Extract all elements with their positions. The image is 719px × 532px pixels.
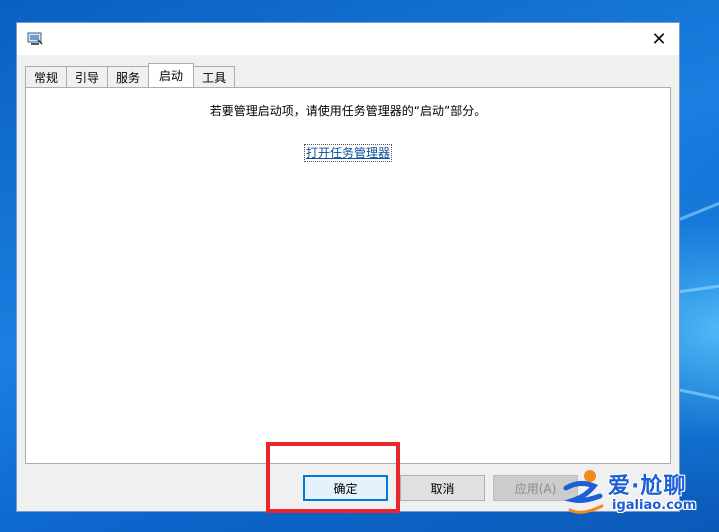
watermark-url: igaliao.com [612,498,697,513]
close-button[interactable]: ✕ [639,23,679,55]
tab-general[interactable]: 常规 [25,66,68,87]
tab-startup[interactable]: 启动 [148,63,195,87]
startup-message: 若要管理启动项，请使用任务管理器的“启动”部分。 [209,104,487,118]
system-configuration-dialog: ✕ 常规 引导 服务 启动 工具 若要管理启动项，请使用任务管理器的“启动”部分… [16,22,680,512]
open-task-manager-link-row: 打开任务管理器 [26,144,670,162]
close-icon: ✕ [651,28,667,50]
cancel-button[interactable]: 取消 [400,475,485,501]
site-watermark: 爱·尬聊 igaliao.com [556,466,716,526]
annotation-highlight-box [266,442,400,513]
startup-tab-panel: 若要管理启动项，请使用任务管理器的“启动”部分。 打开任务管理器 [25,87,671,464]
watermark-logo-icon [563,470,604,514]
tab-strip: 常规 引导 服务 启动 工具 [25,63,236,87]
msconfig-app-icon [27,32,43,45]
tab-boot[interactable]: 引导 [66,66,109,87]
title-bar[interactable]: ✕ [17,23,679,55]
tab-services[interactable]: 服务 [107,66,150,87]
watermark-name: 爱·尬聊 [608,474,687,499]
tab-tools[interactable]: 工具 [193,66,236,87]
open-task-manager-link[interactable]: 打开任务管理器 [303,144,393,162]
